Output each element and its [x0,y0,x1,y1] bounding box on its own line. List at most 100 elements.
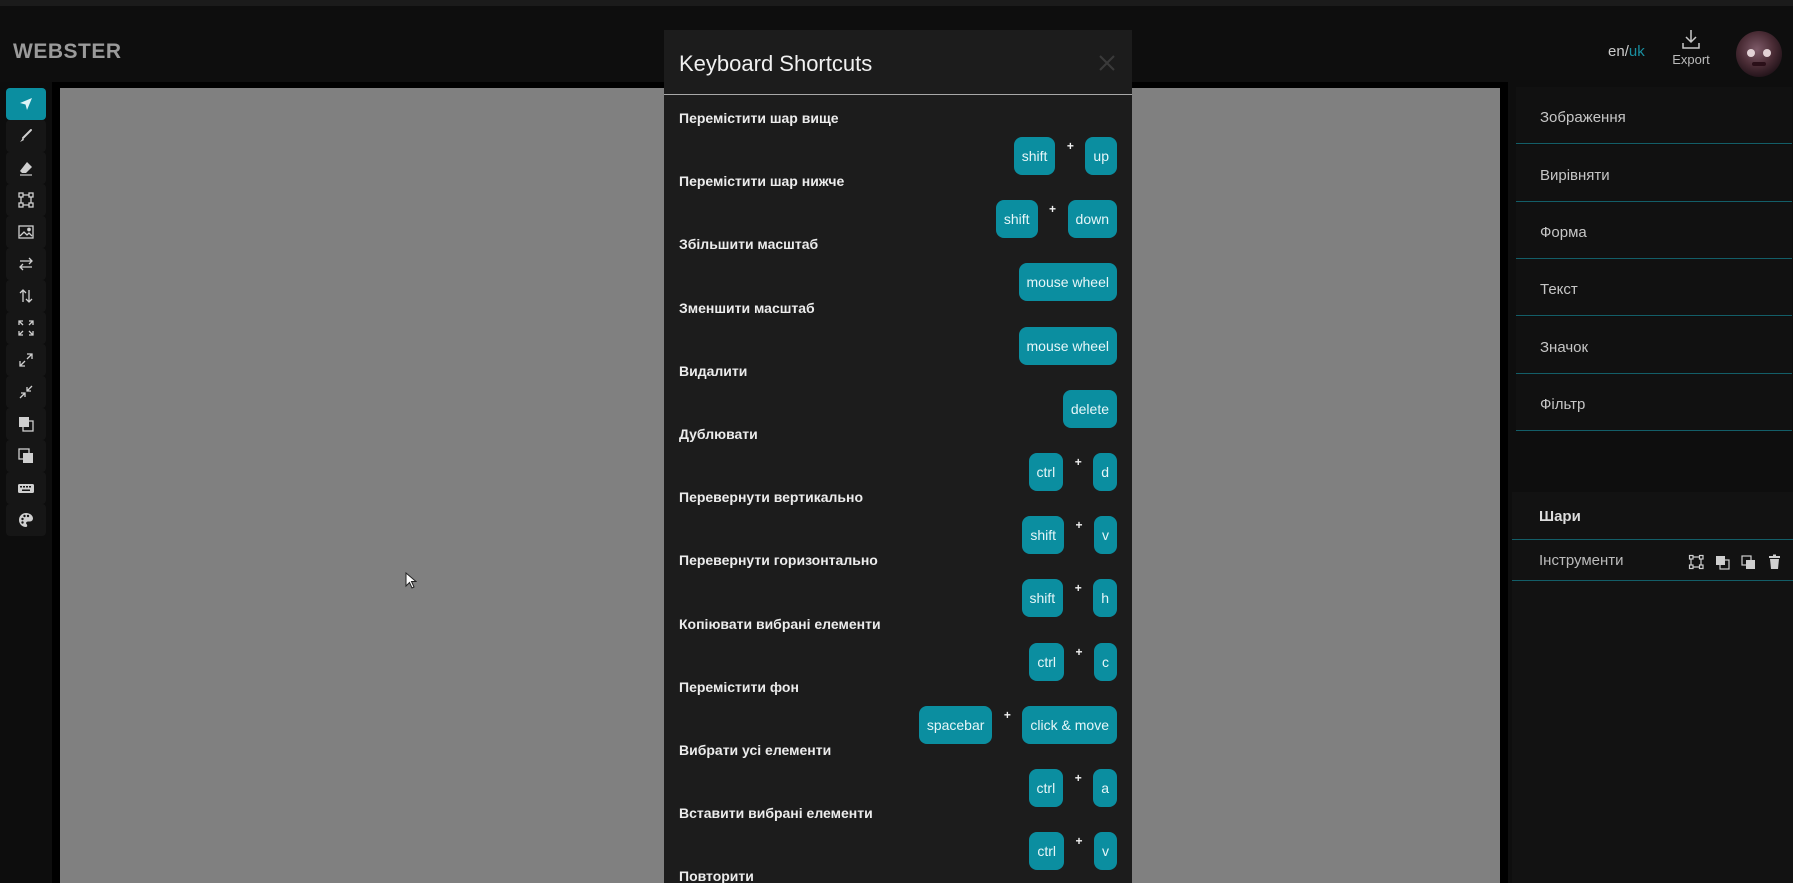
section-icon-label: Значок [1540,339,1589,356]
section-shape-label: Форма [1540,224,1587,241]
key-badge: d [1093,453,1117,491]
keyboard-shortcuts-modal: Keyboard Shortcuts Перемістити шар вище s… [664,30,1132,883]
shortcut-label: Перемістити шар нижче [679,173,845,190]
tool-shape-button[interactable] [6,184,46,216]
key-badge: shift [1021,579,1064,618]
key-badge: shift [1013,137,1056,175]
right-panel: Зображення Вирівняти Форма Текст Значок … [1508,82,1793,883]
fit-screen-icon [18,320,34,336]
tool-expand-button[interactable] [6,344,46,376]
bring-forward-icon [19,417,34,432]
layers-panel: Шари Інструменти [1512,492,1793,883]
shortcut-label: Перемістити фон [679,678,799,695]
section-image[interactable]: Зображення [1516,87,1792,144]
tool-select-button[interactable] [6,88,46,120]
layer-item[interactable]: Інструменти [1512,541,1793,581]
tool-keyboard-shortcuts-button[interactable] [6,472,46,504]
key-badge: mouse wheel [1018,326,1117,365]
key-badge: click & move [1022,705,1117,744]
key-badge: mouse wheel [1018,263,1117,302]
mouse-cursor-icon [405,572,417,589]
shortcut-label: Перемістити шар вище [679,110,839,126]
tool-fit-screen-button[interactable] [6,312,46,344]
key-badge: spacebar [918,705,993,744]
tool-bring-forward-button[interactable] [6,408,46,440]
shortcut-label: Дублювати [679,426,758,442]
flip-horizontal-icon [19,257,33,271]
layers-header: Шари [1512,492,1793,540]
modal-title: Keyboard Shortcuts [679,51,873,76]
shortcut-label: Видалити [679,362,748,379]
key-plus-sign: + [1075,518,1083,533]
tool-send-backward-button[interactable] [6,440,46,472]
language-switcher: en/uk [1608,43,1645,60]
keyboard-icon [18,484,34,493]
shortcut-keys: shift + up [1013,137,1117,175]
tool-shrink-button[interactable] [6,376,46,408]
avatar[interactable] [1736,31,1782,77]
section-align-label: Вирівняти [1540,167,1610,184]
key-badge: ctrl [1029,642,1064,681]
download-icon [1682,30,1700,49]
section-text[interactable]: Текст [1516,259,1792,316]
key-plus-sign: + [1074,455,1082,469]
key-badge: ctrl [1029,832,1064,871]
tool-flip-horizontal-button[interactable] [6,248,46,280]
modal-header: Keyboard Shortcuts [664,30,1132,95]
key-plus-sign: + [1003,707,1011,722]
app-logo[interactable]: WEBSTER [13,40,122,64]
key-badge: a [1093,769,1117,807]
close-icon[interactable] [1096,52,1118,74]
left-toolbar [0,82,52,883]
key-plus-sign: + [1074,771,1082,785]
key-badge: up [1085,137,1117,175]
shortcut-label: Збільшити масштаб [679,236,819,253]
expand-icon [19,353,33,367]
export-button[interactable]: Export [1664,28,1718,76]
key-plus-sign: + [1066,139,1074,153]
shortcut-label: Вставити вибрані елементи [679,805,873,822]
shortcut-label: Перевернути горизонтально [679,552,878,569]
eraser-icon [20,162,32,176]
shape-nodes-icon [18,192,34,208]
tool-palette-button[interactable] [6,504,46,536]
key-badge: h [1093,579,1117,618]
tool-flip-vertical-button[interactable] [6,280,46,312]
send-backward-icon [18,448,33,463]
shortcut-keys: shift + down [995,200,1117,239]
shortcut-keys: mouse wheel [1018,326,1117,365]
layer-select-icon[interactable] [1688,554,1705,570]
section-shape[interactable]: Форма [1516,202,1792,259]
layer-bring-forward-icon[interactable] [1714,554,1731,570]
key-badge: v [1094,832,1117,871]
tool-eraser-button[interactable] [6,152,46,184]
lang-en-link[interactable]: en [1608,43,1625,60]
shortcut-keys: ctrl + c [1029,642,1117,681]
lang-uk-link[interactable]: uk [1629,43,1645,60]
layer-send-backward-icon[interactable] [1740,554,1757,570]
layer-name: Інструменти [1539,552,1624,569]
section-image-label: Зображення [1540,109,1626,126]
key-badge: c [1094,642,1117,681]
shortcut-label: Вибрати усі елементи [679,742,832,758]
key-badge: ctrl [1028,769,1064,807]
shortcut-label: Повторити [679,868,754,883]
key-badge: v [1094,516,1117,555]
tool-image-button[interactable] [6,216,46,248]
layer-delete-icon[interactable] [1766,554,1783,570]
shortcut-keys: mouse wheel [1018,263,1117,302]
section-align[interactable]: Вирівняти [1516,145,1792,202]
tool-brush-button[interactable] [6,120,46,152]
shrink-icon [19,385,33,399]
shortcut-label: Зменшити масштаб [679,299,815,316]
section-filter[interactable]: Фільтр [1516,374,1792,431]
shortcut-keys: shift + v [1022,516,1117,555]
section-icon[interactable]: Значок [1516,317,1792,374]
key-badge: shift [995,200,1038,239]
shortcut-keys: shift + h [1021,579,1117,618]
key-plus-sign: + [1074,581,1082,596]
shortcut-keys: ctrl + a [1028,769,1117,807]
shortcut-keys: spacebar + click & move [918,705,1117,744]
select-arrow-icon [20,98,32,110]
key-plus-sign: + [1075,834,1083,849]
